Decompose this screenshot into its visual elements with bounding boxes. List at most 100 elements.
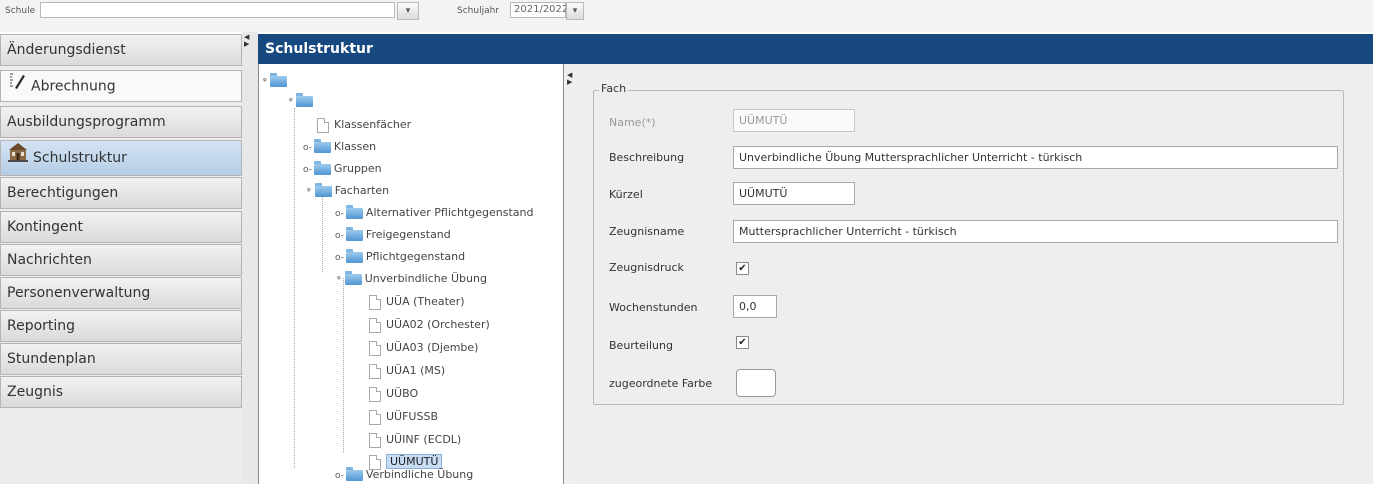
tree-connector: [322, 192, 323, 272]
document-icon: [369, 363, 381, 379]
tree-node[interactable]: UÜA (Theater): [369, 293, 465, 311]
nav-item-aenderungsdienst[interactable]: Änderungsdienst: [0, 34, 242, 66]
folder-icon: [345, 204, 363, 219]
top-toolbar: Schule ▾ Schuljahr 2021/2022 ▾: [0, 0, 1373, 32]
tree-connector: [294, 108, 295, 468]
nav-item-label: Reporting: [7, 318, 76, 334]
document-icon: [369, 294, 381, 310]
nav-item-label: Schulstruktur: [33, 150, 127, 166]
document-icon: [317, 117, 329, 133]
nav-item-label: Berechtigungen: [7, 185, 119, 201]
detail-panel: Fach Name(*) UÜMUTÜ Beschreibung Unverbi…: [580, 64, 1373, 484]
tree-node[interactable]: o- Pflichtgegenstand: [335, 248, 465, 266]
nav-item-kontingent[interactable]: Kontingent: [0, 211, 242, 243]
zeugnisname-label: Zeugnisname: [609, 225, 685, 238]
nav-item-ausbildungsprogramm[interactable]: Ausbildungsprogramm: [0, 106, 242, 138]
folder-icon: [270, 72, 288, 87]
nav-item-label: Kontingent: [7, 219, 84, 235]
collapse-icon[interactable]: ᵠ: [307, 187, 311, 197]
tree-node[interactable]: o- Gruppen: [303, 160, 382, 178]
expand-icon[interactable]: o-: [335, 209, 344, 219]
nav-item-reporting[interactable]: Reporting: [0, 310, 242, 342]
expand-icon[interactable]: o-: [303, 165, 312, 175]
nav-item-zeugnis[interactable]: Zeugnis: [0, 376, 242, 408]
beschreibung-label: Beschreibung: [609, 151, 685, 164]
school-year-select[interactable]: 2021/2022: [510, 2, 568, 18]
pencil-ruler-icon: [7, 71, 27, 102]
nav-item-label: Nachrichten: [7, 252, 92, 268]
tree-node[interactable]: o- Verbindliche Übung: [335, 466, 473, 484]
nav-item-label: Zeugnis: [7, 384, 64, 400]
school-year-label: Schuljahr: [457, 6, 499, 16]
expand-icon[interactable]: o-: [335, 253, 344, 263]
expand-icon[interactable]: o-: [335, 231, 344, 241]
tree-node[interactable]: UÜFUSSB: [369, 408, 438, 426]
school-dropdown-button[interactable]: ▾: [397, 2, 419, 20]
folder-icon: [345, 466, 363, 481]
wochenstunden-label: Wochenstunden: [609, 301, 698, 314]
fach-fieldset: [593, 90, 1344, 405]
name-field[interactable]: UÜMUTÜ: [733, 109, 855, 132]
tree-node[interactable]: Klassenfächer: [317, 116, 411, 134]
tree-node[interactable]: UÜA02 (Orchester): [369, 316, 490, 334]
tree-splitter[interactable]: ◀ ▶: [564, 64, 580, 484]
tree-node[interactable]: UÜBO: [369, 385, 418, 403]
document-icon: [369, 386, 381, 402]
zeugnisname-field[interactable]: Muttersprachlicher Unterricht - türkisch: [733, 220, 1338, 243]
nav-item-stundenplan[interactable]: Stundenplan: [0, 343, 242, 375]
school-building-icon: [7, 141, 29, 175]
folder-icon: [345, 248, 363, 263]
color-picker-swatch[interactable]: [736, 369, 776, 397]
nav-item-label: Stundenplan: [7, 351, 96, 367]
beurteilung-checkbox[interactable]: ✔: [736, 336, 749, 349]
tree-node[interactable]: ᵠ Unverbindliche Übung: [337, 270, 487, 288]
folder-icon: [345, 226, 363, 241]
nav-item-abrechnung[interactable]: Abrechnung: [0, 70, 242, 102]
document-icon: [369, 317, 381, 333]
document-icon: [369, 340, 381, 356]
checkmark-icon: ✔: [738, 263, 747, 274]
nav-item-berechtigungen[interactable]: Berechtigungen: [0, 177, 242, 209]
kuerzel-label: Kürzel: [609, 188, 643, 201]
tree-node[interactable]: o- Alternativer Pflichtgegenstand: [335, 204, 533, 222]
tree-root-node[interactable]: ᵠ: [263, 72, 290, 90]
tree-node[interactable]: ᵠ Facharten: [307, 182, 389, 200]
farbe-label: zugeordnete Farbe: [609, 377, 713, 390]
tree-toggle-icon[interactable]: ᵠ: [289, 97, 293, 107]
folder-icon: [313, 160, 331, 175]
structure-tree: ᵠ ᵠ Klassenfächer o- Klassen o- Gruppen ᵠF…: [258, 64, 564, 484]
nav-item-personenverwaltung[interactable]: Personenverwaltung: [0, 277, 242, 309]
fieldset-legend: Fach: [599, 82, 629, 95]
beurteilung-label: Beurteilung: [609, 339, 673, 352]
school-select[interactable]: [40, 2, 395, 18]
document-icon: [369, 409, 381, 425]
school-year-dropdown-button[interactable]: ▾: [566, 2, 584, 20]
sidebar-splitter[interactable]: ◀ ▶: [242, 32, 258, 484]
page-title: Schulstruktur: [258, 34, 1373, 64]
chevron-down-icon: ▾: [405, 6, 411, 16]
tree-node[interactable]: o- Klassen: [303, 138, 376, 156]
tree-node[interactable]: UÜINF (ECDL): [369, 431, 461, 449]
collapse-arrows-icon[interactable]: ◀ ▶: [244, 34, 249, 48]
tree-node[interactable]: UÜA03 (Djembe): [369, 339, 478, 357]
tree-node[interactable]: UÜA1 (MS): [369, 362, 445, 380]
collapse-arrows-icon[interactable]: ◀ ▶: [567, 72, 572, 86]
collapse-icon[interactable]: ᵠ: [337, 275, 341, 285]
expand-icon[interactable]: o-: [303, 143, 312, 153]
chevron-down-icon: ▾: [572, 6, 578, 16]
nav-item-schulstruktur[interactable]: Schulstruktur: [0, 140, 242, 176]
tree-node[interactable]: o- Freigegenstand: [335, 226, 451, 244]
expand-icon[interactable]: o-: [335, 471, 344, 481]
name-label: Name(*): [609, 116, 656, 129]
wochenstunden-field[interactable]: 0,0: [733, 295, 777, 318]
zeugnisdruck-checkbox[interactable]: ✔: [736, 262, 749, 275]
beschreibung-field[interactable]: Unverbindliche Übung Muttersprachlicher …: [733, 146, 1338, 169]
folder-icon: [314, 182, 332, 197]
kuerzel-field[interactable]: UÜMUTÜ: [733, 182, 855, 205]
tree-connector: [343, 278, 344, 453]
nav-item-nachrichten[interactable]: Nachrichten: [0, 244, 242, 276]
nav-item-label: Abrechnung: [31, 78, 116, 95]
nav-item-label: Personenverwaltung: [7, 285, 151, 301]
checkmark-icon: ✔: [738, 337, 747, 348]
tree-toggle-icon[interactable]: ᵠ: [263, 77, 267, 87]
